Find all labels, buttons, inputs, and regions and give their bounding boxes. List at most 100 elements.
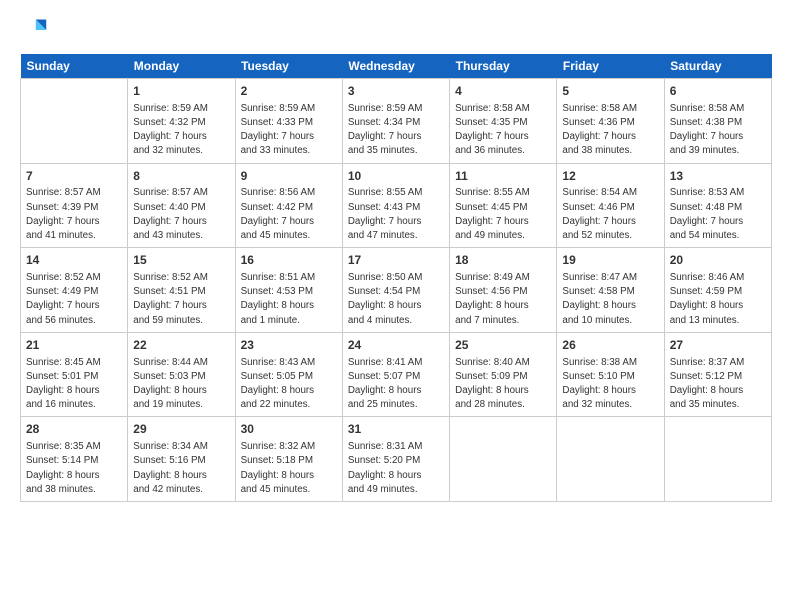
day-cell: 14 Sunrise: 8:52 AMSunset: 4:49 PMDayligh…	[21, 248, 128, 333]
day-cell	[664, 417, 771, 502]
day-number: 1	[133, 83, 229, 100]
day-cell: 16 Sunrise: 8:51 AMSunset: 4:53 PMDayligh…	[235, 248, 342, 333]
day-number: 5	[562, 83, 658, 100]
day-detail: Sunrise: 8:40 AMSunset: 5:09 PMDaylight:…	[455, 356, 551, 413]
day-detail: Sunrise: 8:46 AMSunset: 4:59 PMDaylight:…	[670, 271, 766, 328]
page: SundayMondayTuesdayWednesdayThursdayFrid…	[0, 0, 792, 612]
header	[20, 16, 772, 44]
day-detail: Sunrise: 8:37 AMSunset: 5:12 PMDaylight:…	[670, 356, 766, 413]
day-cell	[21, 79, 128, 164]
day-detail: Sunrise: 8:51 AMSunset: 4:53 PMDaylight:…	[241, 271, 337, 328]
day-detail: Sunrise: 8:52 AMSunset: 4:49 PMDaylight:…	[26, 271, 122, 328]
day-cell: 27 Sunrise: 8:37 AMSunset: 5:12 PMDayligh…	[664, 332, 771, 417]
day-number: 22	[133, 337, 229, 354]
day-cell: 10Sunrise: 8:55 AMSunset: 4:43 PMDayligh…	[342, 163, 449, 248]
day-number: 20	[670, 252, 766, 269]
day-number: 3	[348, 83, 444, 100]
week-row-0: 1 Sunrise: 8:59 AMSunset: 4:32 PMDaylight…	[21, 79, 772, 164]
day-number: 31	[348, 421, 444, 438]
day-cell: 21 Sunrise: 8:45 AMSunset: 5:01 PMDayligh…	[21, 332, 128, 417]
day-detail: Sunrise: 8:32 AMSunset: 5:18 PMDaylight:…	[241, 440, 337, 497]
day-cell: 11Sunrise: 8:55 AMSunset: 4:45 PMDayligh…	[450, 163, 557, 248]
day-cell: 5 Sunrise: 8:58 AMSunset: 4:36 PMDaylight…	[557, 79, 664, 164]
day-detail: Sunrise: 8:59 AMSunset: 4:32 PMDaylight:…	[133, 102, 229, 159]
day-number: 16	[241, 252, 337, 269]
day-number: 29	[133, 421, 229, 438]
day-number: 24	[348, 337, 444, 354]
col-header-wednesday: Wednesday	[342, 54, 449, 79]
day-number: 21	[26, 337, 122, 354]
day-detail: Sunrise: 8:55 AMSunset: 4:43 PMDaylight:…	[348, 186, 444, 243]
day-cell: 19Sunrise: 8:47 AMSunset: 4:58 PMDayligh…	[557, 248, 664, 333]
day-detail: Sunrise: 8:54 AMSunset: 4:46 PMDaylight:…	[562, 186, 658, 243]
day-number: 18	[455, 252, 551, 269]
day-detail: Sunrise: 8:45 AMSunset: 5:01 PMDaylight:…	[26, 356, 122, 413]
day-number: 17	[348, 252, 444, 269]
day-number: 14	[26, 252, 122, 269]
day-cell: 22 Sunrise: 8:44 AMSunset: 5:03 PMDayligh…	[128, 332, 235, 417]
day-detail: Sunrise: 8:43 AMSunset: 5:05 PMDaylight:…	[241, 356, 337, 413]
day-detail: Sunrise: 8:35 AMSunset: 5:14 PMDaylight:…	[26, 440, 122, 497]
day-cell: 8Sunrise: 8:57 AMSunset: 4:40 PMDaylight…	[128, 163, 235, 248]
logo-icon	[20, 16, 48, 44]
header-row: SundayMondayTuesdayWednesdayThursdayFrid…	[21, 54, 772, 79]
day-cell: 30 Sunrise: 8:32 AMSunset: 5:18 PMDayligh…	[235, 417, 342, 502]
day-detail: Sunrise: 8:58 AMSunset: 4:36 PMDaylight:…	[562, 102, 658, 159]
day-cell: 13Sunrise: 8:53 AMSunset: 4:48 PMDayligh…	[664, 163, 771, 248]
col-header-monday: Monday	[128, 54, 235, 79]
day-cell: 23 Sunrise: 8:43 AMSunset: 5:05 PMDayligh…	[235, 332, 342, 417]
day-cell: 12Sunrise: 8:54 AMSunset: 4:46 PMDayligh…	[557, 163, 664, 248]
day-cell	[557, 417, 664, 502]
day-detail: Sunrise: 8:34 AMSunset: 5:16 PMDaylight:…	[133, 440, 229, 497]
col-header-sunday: Sunday	[21, 54, 128, 79]
day-number: 10	[348, 168, 444, 185]
day-number: 13	[670, 168, 766, 185]
day-detail: Sunrise: 8:57 AMSunset: 4:39 PMDaylight:…	[26, 186, 122, 243]
day-cell: 31 Sunrise: 8:31 AMSunset: 5:20 PMDayligh…	[342, 417, 449, 502]
week-row-2: 14 Sunrise: 8:52 AMSunset: 4:49 PMDayligh…	[21, 248, 772, 333]
day-number: 4	[455, 83, 551, 100]
day-cell: 7Sunrise: 8:57 AMSunset: 4:39 PMDaylight…	[21, 163, 128, 248]
day-cell	[450, 417, 557, 502]
day-number: 8	[133, 168, 229, 185]
logo	[20, 16, 52, 44]
day-cell: 20 Sunrise: 8:46 AMSunset: 4:59 PMDayligh…	[664, 248, 771, 333]
day-detail: Sunrise: 8:44 AMSunset: 5:03 PMDaylight:…	[133, 356, 229, 413]
day-cell: 29 Sunrise: 8:34 AMSunset: 5:16 PMDayligh…	[128, 417, 235, 502]
day-detail: Sunrise: 8:50 AMSunset: 4:54 PMDaylight:…	[348, 271, 444, 328]
day-detail: Sunrise: 8:38 AMSunset: 5:10 PMDaylight:…	[562, 356, 658, 413]
col-header-friday: Friday	[557, 54, 664, 79]
calendar-table: SundayMondayTuesdayWednesdayThursdayFrid…	[20, 54, 772, 502]
day-number: 7	[26, 168, 122, 185]
day-cell: 2 Sunrise: 8:59 AMSunset: 4:33 PMDaylight…	[235, 79, 342, 164]
day-number: 12	[562, 168, 658, 185]
day-number: 30	[241, 421, 337, 438]
day-cell: 15 Sunrise: 8:52 AMSunset: 4:51 PMDayligh…	[128, 248, 235, 333]
day-cell: 4 Sunrise: 8:58 AMSunset: 4:35 PMDaylight…	[450, 79, 557, 164]
day-detail: Sunrise: 8:31 AMSunset: 5:20 PMDaylight:…	[348, 440, 444, 497]
day-cell: 25 Sunrise: 8:40 AMSunset: 5:09 PMDayligh…	[450, 332, 557, 417]
col-header-thursday: Thursday	[450, 54, 557, 79]
day-cell: 6 Sunrise: 8:58 AMSunset: 4:38 PMDaylight…	[664, 79, 771, 164]
day-number: 27	[670, 337, 766, 354]
day-detail: Sunrise: 8:57 AMSunset: 4:40 PMDaylight:…	[133, 186, 229, 243]
day-cell: 18Sunrise: 8:49 AMSunset: 4:56 PMDayligh…	[450, 248, 557, 333]
col-header-tuesday: Tuesday	[235, 54, 342, 79]
day-detail: Sunrise: 8:58 AMSunset: 4:35 PMDaylight:…	[455, 102, 551, 159]
day-number: 6	[670, 83, 766, 100]
day-detail: Sunrise: 8:59 AMSunset: 4:33 PMDaylight:…	[241, 102, 337, 159]
day-cell: 1 Sunrise: 8:59 AMSunset: 4:32 PMDaylight…	[128, 79, 235, 164]
day-number: 2	[241, 83, 337, 100]
day-number: 23	[241, 337, 337, 354]
day-cell: 17 Sunrise: 8:50 AMSunset: 4:54 PMDayligh…	[342, 248, 449, 333]
week-row-4: 28Sunrise: 8:35 AMSunset: 5:14 PMDayligh…	[21, 417, 772, 502]
day-number: 25	[455, 337, 551, 354]
col-header-saturday: Saturday	[664, 54, 771, 79]
week-row-3: 21 Sunrise: 8:45 AMSunset: 5:01 PMDayligh…	[21, 332, 772, 417]
day-detail: Sunrise: 8:41 AMSunset: 5:07 PMDaylight:…	[348, 356, 444, 413]
day-detail: Sunrise: 8:52 AMSunset: 4:51 PMDaylight:…	[133, 271, 229, 328]
day-cell: 28Sunrise: 8:35 AMSunset: 5:14 PMDayligh…	[21, 417, 128, 502]
day-number: 15	[133, 252, 229, 269]
day-detail: Sunrise: 8:58 AMSunset: 4:38 PMDaylight:…	[670, 102, 766, 159]
day-detail: Sunrise: 8:55 AMSunset: 4:45 PMDaylight:…	[455, 186, 551, 243]
